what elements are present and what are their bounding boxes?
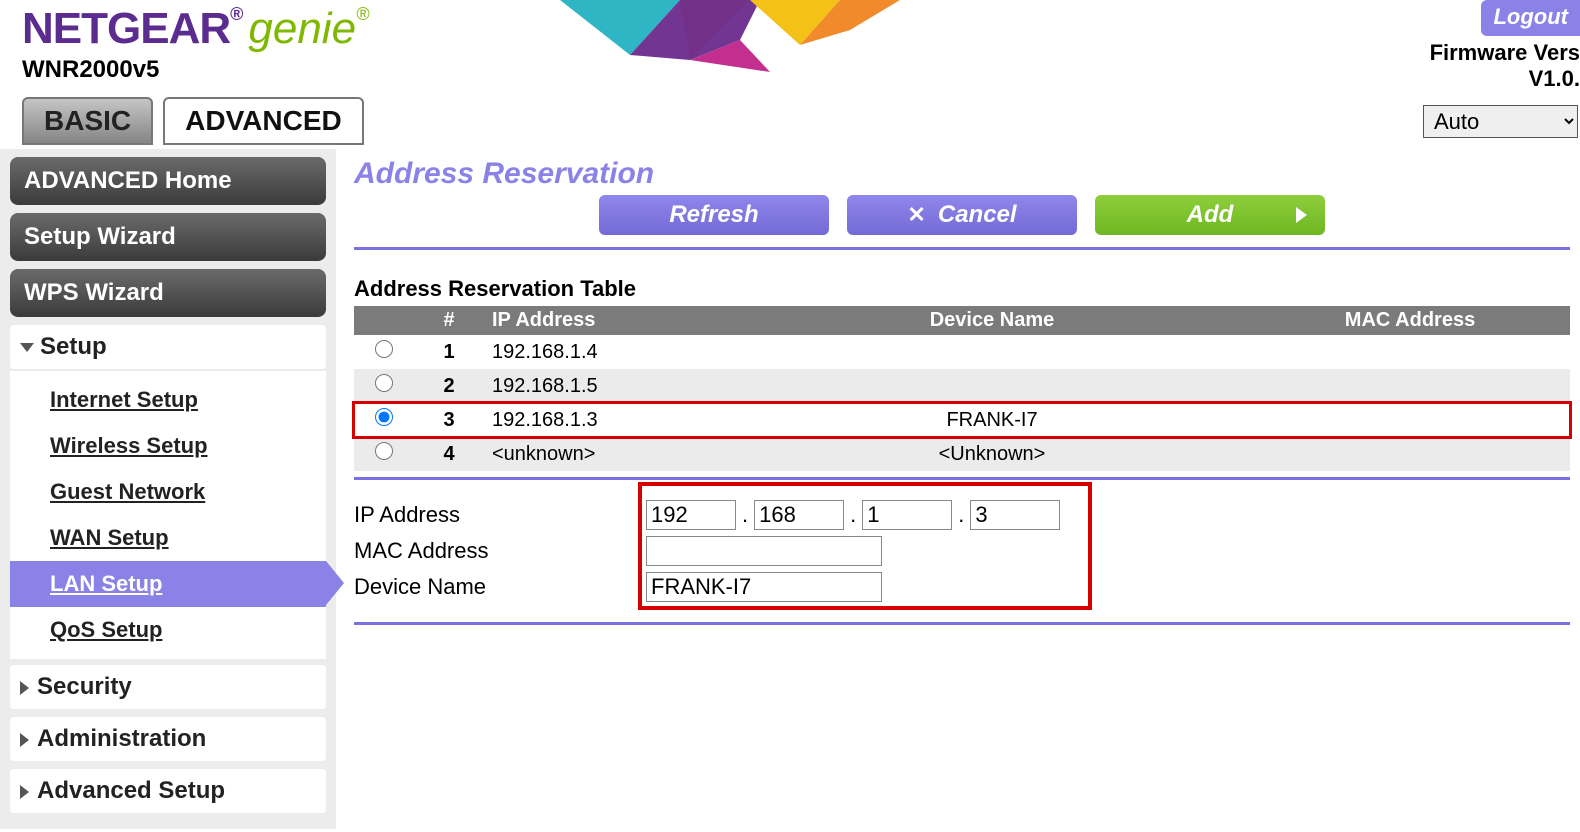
reservation-table: # IP Address Device Name MAC Address 1 1… <box>354 306 1570 471</box>
sidebar-item-lan-setup[interactable]: LAN Setup <box>10 561 326 607</box>
mac-label: MAC Address <box>354 538 646 564</box>
row-radio[interactable] <box>375 442 393 460</box>
sidebar: ADVANCED Home Setup Wizard WPS Wizard Se… <box>0 149 336 829</box>
logout-button[interactable]: Logout <box>1481 0 1580 36</box>
row-radio[interactable] <box>375 374 393 392</box>
table-row[interactable]: 4 <unknown> <Unknown> <box>354 437 1570 471</box>
table-row[interactable]: 3 192.168.1.3 FRANK-I7 <box>354 403 1570 437</box>
tab-basic[interactable]: BASIC <box>22 97 153 145</box>
device-label: Device Name <box>354 574 646 600</box>
table-title: Address Reservation Table <box>354 276 1570 302</box>
page-title: Address Reservation <box>354 157 1570 191</box>
sidebar-setup-submenu: Internet Setup Wireless Setup Guest Netw… <box>10 371 326 659</box>
col-device: Device Name <box>734 306 1250 335</box>
cancel-button[interactable]: ✕Cancel <box>847 195 1077 235</box>
sidebar-section-setup[interactable]: Setup <box>10 325 326 369</box>
ip-octet-2[interactable] <box>754 500 844 530</box>
table-row[interactable]: 2 192.168.1.5 <box>354 369 1570 403</box>
language-select[interactable]: Auto <box>1423 105 1578 138</box>
header: NETGEAR® genie® WNR2000v5 Logout Firmwar… <box>0 0 1580 95</box>
sidebar-section-administration[interactable]: Administration <box>10 717 326 761</box>
mac-field[interactable] <box>646 536 882 566</box>
arrow-right-icon <box>1296 207 1307 223</box>
sidebar-section-security[interactable]: Security <box>10 665 326 709</box>
table-row[interactable]: 1 192.168.1.4 <box>354 335 1570 369</box>
decorative-geometry <box>540 0 940 78</box>
row-radio[interactable] <box>375 408 393 426</box>
brand-name: NETGEAR® <box>22 4 242 54</box>
sidebar-item-guest-network[interactable]: Guest Network <box>10 469 326 515</box>
firmware-version: Firmware Vers V1.0. <box>1430 40 1580 92</box>
col-num: # <box>414 306 484 335</box>
sidebar-item-qos-setup[interactable]: QoS Setup <box>10 607 326 653</box>
ip-octet-3[interactable] <box>862 500 952 530</box>
brand-sub: genie® <box>248 4 369 54</box>
ip-octet-1[interactable] <box>646 500 736 530</box>
chevron-right-icon <box>20 733 29 747</box>
sidebar-setup-wizard[interactable]: Setup Wizard <box>10 213 326 261</box>
ip-label: IP Address <box>354 502 646 528</box>
row-radio[interactable] <box>375 340 393 358</box>
sidebar-item-internet-setup[interactable]: Internet Setup <box>10 377 326 423</box>
form-area: IP Address . . . MAC Address Device Name <box>354 490 1570 625</box>
sidebar-advanced-home[interactable]: ADVANCED Home <box>10 157 326 205</box>
device-name-field[interactable] <box>646 572 882 602</box>
sidebar-item-wan-setup[interactable]: WAN Setup <box>10 515 326 561</box>
chevron-right-icon <box>20 785 29 799</box>
sidebar-item-wireless-setup[interactable]: Wireless Setup <box>10 423 326 469</box>
ip-octet-4[interactable] <box>970 500 1060 530</box>
chevron-right-icon <box>20 681 29 695</box>
sidebar-section-advanced-setup[interactable]: Advanced Setup <box>10 769 326 813</box>
refresh-button[interactable]: Refresh <box>599 195 829 235</box>
sidebar-wps-wizard[interactable]: WPS Wizard <box>10 269 326 317</box>
add-button[interactable]: Add <box>1095 195 1325 235</box>
chevron-down-icon <box>20 343 34 352</box>
top-tabs: BASIC ADVANCED Auto <box>0 97 1580 145</box>
tab-advanced[interactable]: ADVANCED <box>163 97 364 145</box>
close-icon: ✕ <box>907 202 925 228</box>
action-buttons: Refresh ✕Cancel Add <box>354 195 1570 250</box>
col-mac: MAC Address <box>1250 306 1570 335</box>
main-content: Address Reservation Refresh ✕Cancel Add … <box>336 149 1580 625</box>
col-ip: IP Address <box>484 306 734 335</box>
